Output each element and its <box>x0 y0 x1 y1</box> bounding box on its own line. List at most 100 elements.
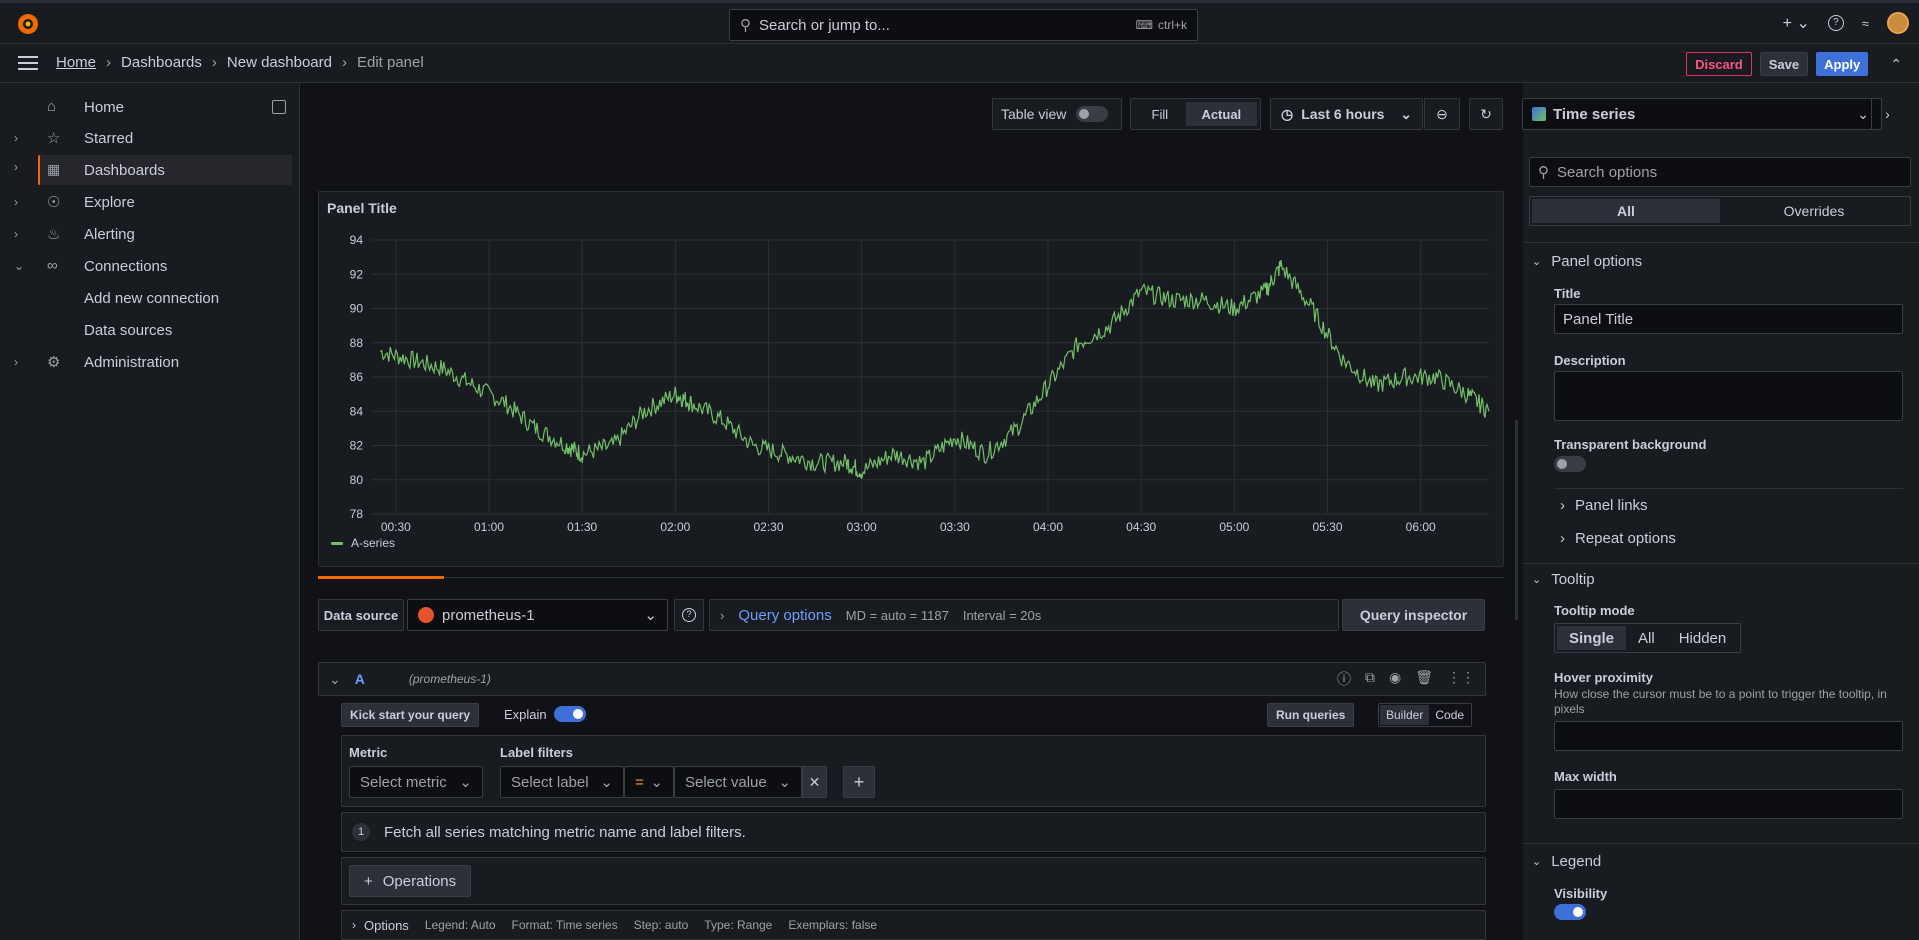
data-source-picker[interactable]: prometheus-1 ⌄ <box>407 599 668 631</box>
remove-filter-button[interactable]: ✕ <box>802 766 827 798</box>
zoom-out-button[interactable]: ⊖ <box>1424 98 1460 130</box>
chevron-right-icon[interactable]: › <box>14 195 18 209</box>
sidebar-item-data-sources[interactable]: Data sources <box>0 315 292 345</box>
type-option: Type: Range <box>704 918 773 932</box>
chevron-down-icon[interactable]: ⌄ <box>14 259 24 273</box>
save-button[interactable]: Save <box>1759 52 1809 76</box>
splitter-handle[interactable] <box>1515 420 1518 620</box>
chevron-down-icon[interactable]: ⌄ <box>329 671 341 688</box>
refresh-button[interactable]: ↻ <box>1469 98 1503 130</box>
panel-links-header[interactable]: › Panel links <box>1560 497 1648 514</box>
tooltip-all-button[interactable]: All <box>1626 626 1667 650</box>
chevron-right-icon[interactable]: › <box>14 160 18 174</box>
value-select-placeholder: Select value <box>685 773 767 791</box>
sidebar-item-connections[interactable]: ⌄ ∞ Connections <box>0 251 292 281</box>
fill-button[interactable]: Fill <box>1134 102 1186 126</box>
tooltip-header[interactable]: ⌄ Tooltip <box>1532 571 1595 588</box>
grafana-logo-icon[interactable] <box>16 12 40 36</box>
sidebar-item-alerting[interactable]: › ♨ Alerting <box>0 219 292 249</box>
tab-overrides[interactable]: Overrides <box>1720 199 1908 223</box>
plus-icon: + <box>364 872 373 890</box>
news-feed-icon[interactable]: ≈ <box>1862 16 1869 31</box>
sidebar-item-add-new-connection[interactable]: Add new connection <box>0 283 292 313</box>
query-ref-id[interactable]: A <box>355 671 365 687</box>
drag-handle-icon[interactable]: ⋮⋮ <box>1447 669 1475 689</box>
sidebar-item-dashboards[interactable]: ▦ Dashboards <box>40 155 292 185</box>
chevron-right-icon[interactable]: › <box>14 227 18 241</box>
query-options-bar[interactable]: › Query options MD = auto = 1187 Interva… <box>709 599 1339 631</box>
chevron-right-icon[interactable]: › <box>14 131 18 145</box>
eye-icon[interactable]: ◉ <box>1389 669 1401 689</box>
label-select[interactable]: Select label ⌄ <box>500 766 624 798</box>
metric-select[interactable]: Select metric ⌄ <box>349 766 483 798</box>
transparent-background-switch[interactable] <box>1554 456 1586 472</box>
tab-all[interactable]: All <box>1532 199 1720 223</box>
query-row-header[interactable]: ⌄ A (prometheus-1) ⓘ ⧉ ◉ 🗑 ⋮⋮ <box>318 662 1486 696</box>
help-icon[interactable]: ⓘ <box>1337 669 1351 689</box>
chevron-right-icon: › <box>341 54 347 71</box>
legend-visibility-switch[interactable] <box>1554 904 1586 920</box>
repeat-options-header[interactable]: › Repeat options <box>1560 530 1676 547</box>
builder-mode-button[interactable]: Builder <box>1380 705 1430 725</box>
duplicate-icon[interactable]: ⧉ <box>1365 669 1375 689</box>
chevron-right-icon: › <box>352 918 356 932</box>
code-mode-button[interactable]: Code <box>1429 705 1470 725</box>
hover-proximity-input[interactable] <box>1554 721 1903 751</box>
search-options-input[interactable]: ⚲ Search options <box>1529 157 1911 187</box>
sidebar-item-label: Connections <box>84 257 168 275</box>
run-queries-button[interactable]: Run queries <box>1267 703 1355 727</box>
menu-icon[interactable] <box>18 56 38 70</box>
value-select[interactable]: Select value ⌄ <box>674 766 802 798</box>
breadcrumb-dashboards[interactable]: Dashboards <box>121 54 202 71</box>
legend-header[interactable]: ⌄ Legend <box>1532 853 1601 870</box>
panel-options-header[interactable]: ⌄ Panel options <box>1532 253 1642 270</box>
add-new-icon[interactable]: + ⌄ <box>1783 13 1810 33</box>
time-series-chart[interactable]: 78 80 82 84 86 88 90 92 94 00:30 01:00 01:30 02:00 02… <box>319 192 1505 568</box>
sidebar-item-administration[interactable]: › ⚙ Administration <box>0 347 292 377</box>
apply-button[interactable]: Apply <box>1816 52 1869 76</box>
search-input[interactable]: ⚲ Search or jump to... ⌨ ctrl+k <box>729 9 1198 41</box>
help-icon[interactable]: ? <box>1827 15 1844 31</box>
dock-menu-icon[interactable] <box>272 100 286 114</box>
max-width-input[interactable] <box>1554 789 1903 819</box>
visibility-label: Visibility <box>1554 886 1608 901</box>
table-view-switch[interactable] <box>1076 106 1109 122</box>
title-input-value: Panel Title <box>1563 310 1634 328</box>
y-tick-label: 88 <box>350 336 364 350</box>
data-source-help-button[interactable]: ? <box>674 599 704 631</box>
discard-button[interactable]: Discard <box>1686 52 1752 76</box>
trash-icon[interactable]: 🗑 <box>1415 669 1433 689</box>
sidebar-item-starred[interactable]: › ☆ Starred <box>0 123 292 153</box>
chevron-right-icon[interactable]: › <box>14 355 18 369</box>
collapse-options-button[interactable]: › <box>1871 98 1903 130</box>
breadcrumb-new-dashboard[interactable]: New dashboard <box>227 54 332 71</box>
time-picker[interactable]: ◷ Last 6 hours ⌄ <box>1270 98 1423 130</box>
explain-switch[interactable] <box>554 706 586 722</box>
actual-button[interactable]: Actual <box>1185 102 1257 126</box>
table-view-toggle[interactable]: Table view <box>992 98 1122 130</box>
operations-button[interactable]: + Operations <box>349 865 472 897</box>
kick-start-button[interactable]: Kick start your query <box>341 703 480 727</box>
operator-value: = <box>635 773 644 791</box>
user-avatar[interactable] <box>1887 12 1909 34</box>
query-options-row[interactable]: › Options Legend: Auto Format: Time seri… <box>341 910 1486 940</box>
sidebar-item-explore[interactable]: › ☉ Explore <box>0 187 292 217</box>
sidebar-item-home[interactable]: ⌂ Home <box>0 92 292 122</box>
query-options-label[interactable]: Query options <box>738 607 831 624</box>
query-inspector-button[interactable]: Query inspector <box>1342 599 1485 631</box>
top-bar: ⚲ Search or jump to... ⌨ ctrl+k + ⌄ ? ≈ <box>0 0 1919 44</box>
title-input[interactable]: Panel Title <box>1554 304 1903 334</box>
breadcrumb-home[interactable]: Home <box>56 54 96 71</box>
options-label: Options <box>364 917 409 933</box>
tooltip-single-button[interactable]: Single <box>1557 626 1627 650</box>
data-source-label: Data source <box>318 599 404 631</box>
collapse-up-icon[interactable]: ⌃ <box>1890 56 1902 73</box>
explain-label: Explain <box>504 707 547 722</box>
add-filter-button[interactable]: + <box>843 766 875 798</box>
description-textarea[interactable] <box>1554 371 1903 421</box>
data-source-value: prometheus-1 <box>442 606 535 624</box>
operator-select[interactable]: = ⌄ <box>624 766 674 798</box>
tooltip-hidden-button[interactable]: Hidden <box>1667 626 1739 650</box>
visualization-picker[interactable]: Time series ⌄ <box>1522 98 1882 130</box>
y-tick-label: 92 <box>350 267 364 281</box>
